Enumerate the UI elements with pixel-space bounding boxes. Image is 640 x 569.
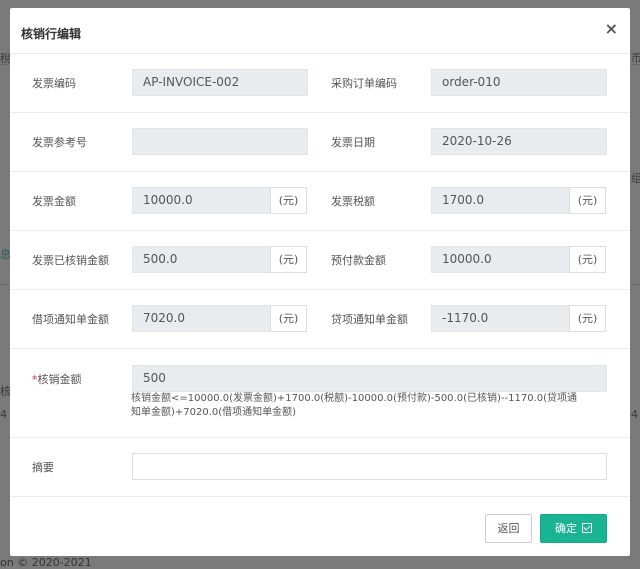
unit-addon: (元) [270, 246, 307, 273]
prepaid-field[interactable]: 10000.0 [431, 246, 570, 273]
page-footer: on © 2020-2021 [0, 556, 92, 569]
debit-note-field[interactable]: 7020.0 [132, 305, 271, 332]
form-row: 发票已核销金额 500.0 (元) 预付款金额 10000.0 (元) [10, 230, 630, 290]
summary-field[interactable] [132, 453, 607, 480]
dialog-title: 核销行编辑 [21, 27, 82, 41]
check-square-icon [582, 523, 592, 533]
invoice-code-label: 发票编码 [32, 77, 76, 90]
invoice-date-field[interactable]: 2020-10-26 [431, 128, 607, 155]
unit-addon: (元) [270, 187, 307, 214]
debit-note-label: 借项通知单金额 [32, 313, 109, 326]
back-button[interactable]: 返回 [485, 514, 532, 543]
invoice-amount-field[interactable]: 10000.0 [132, 187, 271, 214]
prepaid-label: 预付款金额 [331, 254, 386, 267]
invoice-tax-field[interactable]: 1700.0 [431, 187, 570, 214]
unit-addon: (元) [569, 246, 606, 273]
bg-fragment: 币 [631, 52, 640, 65]
form-row: 借项通知单金额 7020.0 (元) 贷项通知单金额 -1170.0 (元) [10, 289, 630, 349]
writeoff-amount-label-text: 核销金额 [37, 373, 82, 386]
po-code-label: 采购订单编码 [331, 77, 397, 90]
close-icon[interactable]: × [605, 21, 618, 37]
writeoff-amount-hint: 核销金额<=10000.0(发票金额)+1700.0(税额)-10000.0(预… [131, 393, 577, 418]
form-row: 摘要 [10, 437, 630, 497]
form-row: 发票编码 AP-INVOICE-002 采购订单编码 order-010 [10, 53, 630, 113]
invoice-ref-label: 发票参考号 [32, 136, 87, 149]
writeoff-amount-field[interactable]: 500 [132, 365, 607, 392]
po-code-field[interactable]: order-010 [431, 69, 607, 96]
unit-addon: (元) [569, 187, 606, 214]
dialog-header: 核销行编辑 × [10, 8, 630, 54]
written-off-field[interactable]: 500.0 [132, 246, 271, 273]
bg-fragment: 4 [631, 408, 638, 421]
writeoff-amount-label: *核销金额 [32, 371, 82, 387]
confirm-button-label: 确定 [555, 522, 577, 535]
invoice-date-label: 发票日期 [331, 136, 375, 149]
bg-fragment: 组 [631, 172, 640, 185]
confirm-button[interactable]: 确定 [540, 514, 607, 543]
written-off-label: 发票已核销金额 [32, 254, 109, 267]
credit-note-label: 贷项通知单金额 [331, 313, 408, 326]
invoice-code-field[interactable]: AP-INVOICE-002 [132, 69, 308, 96]
bg-fragment: 4 [0, 408, 7, 421]
unit-addon: (元) [569, 305, 606, 332]
invoice-tax-label: 发票税额 [331, 195, 375, 208]
credit-note-field[interactable]: -1170.0 [431, 305, 570, 332]
summary-label: 摘要 [32, 461, 54, 474]
writeoff-line-edit-dialog: 核销行编辑 × 发票编码 AP-INVOICE-002 采购订单编码 order… [10, 8, 630, 556]
invoice-ref-field[interactable] [132, 128, 308, 155]
unit-addon: (元) [270, 305, 307, 332]
form-row: 发票金额 10000.0 (元) 发票税额 1700.0 (元) [10, 171, 630, 231]
invoice-amount-label: 发票金额 [32, 195, 76, 208]
form-row: 发票参考号 发票日期 2020-10-26 [10, 112, 630, 172]
